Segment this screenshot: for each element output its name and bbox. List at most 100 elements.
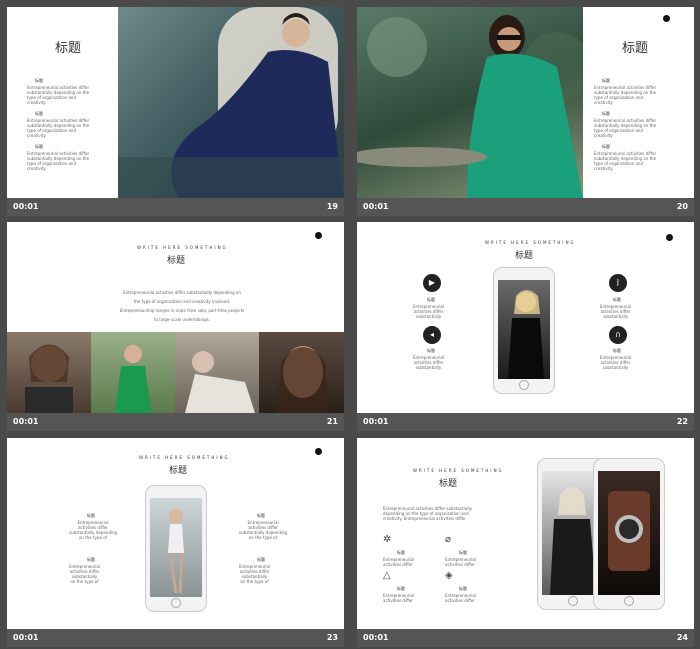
item-label: 标题 — [35, 144, 43, 149]
slide-footer: 00:01 22 — [357, 413, 694, 431]
paperclip-icon: ⌀ — [445, 534, 452, 545]
phone-screen-photo — [598, 471, 660, 595]
slide-title: 标题 — [169, 466, 188, 476]
slide-thumbnail-20[interactable]: 标题 标题 Entrepreneurial activities differ … — [357, 7, 694, 216]
slide-footer: 00:01 23 — [7, 629, 344, 647]
slide-number: 22 — [676, 417, 688, 426]
bell-icon: △ — [383, 570, 391, 581]
layers-icon: ◈ — [445, 570, 453, 581]
slide-number: 19 — [326, 202, 338, 211]
item-label: 标题 — [257, 513, 265, 518]
slide-number: 21 — [326, 417, 338, 426]
item-text: Entrepreneurial activities differ substa… — [600, 304, 632, 319]
video-icon: ▶ — [423, 274, 441, 292]
body-paragraph: Entrepreneurial activities differ substa… — [383, 506, 472, 521]
slide-title: 标题 — [515, 251, 534, 261]
home-button — [624, 596, 634, 606]
home-button — [568, 596, 578, 606]
item-label: 标题 — [35, 78, 43, 83]
item-text: Entrepreneurial activities differ substa… — [27, 151, 90, 171]
item-label: 标题 — [397, 550, 405, 555]
item-label: 标题 — [602, 111, 610, 116]
phone-mockup — [493, 267, 555, 394]
slide-title: 标题 — [439, 479, 458, 489]
item-text: Entrepreneurial activities differ substa… — [594, 85, 657, 105]
item-text: Entrepreneurial activities differ — [383, 557, 415, 567]
phone-screen-photo — [150, 498, 202, 597]
slide-thumbnail-19[interactable]: 标题 标题 Entrepreneurial activities differ … — [7, 7, 344, 216]
slide-title: 标题 — [167, 256, 186, 266]
item-text: Entrepreneurial activities differ substa… — [27, 85, 90, 105]
slide-thumbnail-24[interactable]: WRITE HERE SOMETHING 标题 Entrepreneurial … — [357, 438, 694, 647]
corner-dot — [663, 15, 670, 22]
slide-footer: 00:01 20 — [357, 198, 694, 216]
item-text: Entrepreneurial activities differ substa… — [413, 304, 445, 319]
slide-thumbnail-21[interactable]: WRITE HERE SOMETHING 标题 Entrepreneurial … — [7, 222, 344, 431]
headphones-icon: ∩ — [609, 326, 627, 344]
woman-in-green-photo — [357, 7, 583, 198]
tagline: WRITE HERE SOMETHING — [137, 245, 228, 250]
phone-mockup-right — [593, 458, 665, 610]
item-text: Entrepreneurial activities differ — [445, 593, 477, 603]
slide-thumbnail-22[interactable]: WRITE HERE SOMETHING 标题 ▶ 标题 Entrepreneu… — [357, 222, 694, 431]
slide-canvas: WRITE HERE SOMETHING 标题 Entrepreneurial … — [7, 222, 344, 413]
timer-label: 00:01 — [13, 633, 39, 642]
slide-canvas: WRITE HERE SOMETHING 标题 标题 Entrepreneuri… — [7, 438, 344, 629]
slide-canvas: 标题 标题 Entrepreneurial activities differ … — [7, 7, 344, 198]
item-label: 标题 — [602, 144, 610, 149]
item-text: Entrepreneurial activities differ substa… — [594, 151, 657, 171]
slide-number: 20 — [676, 202, 688, 211]
item-text: Entrepreneurial activities differ substa… — [69, 564, 101, 584]
item-text: Entrepreneurial activities differ substa… — [239, 564, 271, 584]
item-label: 标题 — [397, 586, 405, 591]
item-text: Entrepreneurial activities differ substa… — [27, 118, 90, 138]
timer-label: 00:01 — [363, 202, 389, 211]
item-label: 标题 — [257, 557, 265, 562]
photo-illustration — [118, 7, 344, 198]
tagline: WRITE HERE SOMETHING — [485, 240, 576, 245]
item-label: 标题 — [613, 348, 621, 353]
corner-dot — [315, 232, 322, 239]
item-text: Entrepreneurial activities differ substa… — [239, 520, 288, 540]
slide-thumbnail-23[interactable]: WRITE HERE SOMETHING 标题 标题 Entrepreneuri… — [7, 438, 344, 647]
corner-dot — [315, 448, 322, 455]
item-text: Entrepreneurial activities differ — [383, 593, 415, 603]
item-label: 标题 — [427, 348, 435, 353]
bluetooth-icon: ᛒ — [609, 274, 627, 292]
timer-label: 00:01 — [363, 417, 389, 426]
slide-number: 23 — [326, 633, 338, 642]
portrait-photo-2 — [91, 332, 175, 413]
photo-illustration — [357, 15, 583, 198]
speaker-icon: ◂ — [423, 326, 441, 344]
item-label: 标题 — [602, 78, 610, 83]
woman-in-chair-photo — [118, 7, 344, 198]
tagline: WRITE HERE SOMETHING — [139, 455, 230, 460]
phone-mockup — [145, 485, 207, 612]
item-label: 标题 — [87, 557, 95, 562]
slide-title: 标题 — [55, 41, 82, 56]
item-label: 标题 — [35, 111, 43, 116]
slide-footer: 00:01 21 — [7, 413, 344, 431]
timer-label: 00:01 — [13, 417, 39, 426]
portrait-photo-1 — [7, 332, 91, 413]
item-text: Entrepreneurial activities differ substa… — [69, 520, 118, 540]
portrait-photo-3 — [175, 332, 259, 413]
phone-screen-photo — [498, 280, 550, 379]
timer-label: 00:01 — [13, 202, 39, 211]
slide-canvas: WRITE HERE SOMETHING 标题 Entrepreneurial … — [357, 438, 694, 629]
home-button — [171, 598, 181, 608]
body-paragraph: Entrepreneurial activities differ substa… — [119, 290, 245, 322]
slide-canvas: WRITE HERE SOMETHING 标题 ▶ 标题 Entrepreneu… — [357, 222, 694, 413]
slide-title: 标题 — [622, 41, 649, 56]
item-text: Entrepreneurial activities differ substa… — [594, 118, 657, 138]
slide-canvas: 标题 标题 Entrepreneurial activities differ … — [357, 7, 694, 198]
item-text: Entrepreneurial activities differ — [445, 557, 477, 567]
item-label: 标题 — [87, 513, 95, 518]
item-label: 标题 — [459, 550, 467, 555]
slide-number: 24 — [676, 633, 688, 642]
item-label: 标题 — [613, 297, 621, 302]
corner-dot — [666, 234, 673, 241]
portrait-photo-4 — [259, 332, 344, 413]
slide-footer: 00:01 19 — [7, 198, 344, 216]
item-label: 标题 — [427, 297, 435, 302]
